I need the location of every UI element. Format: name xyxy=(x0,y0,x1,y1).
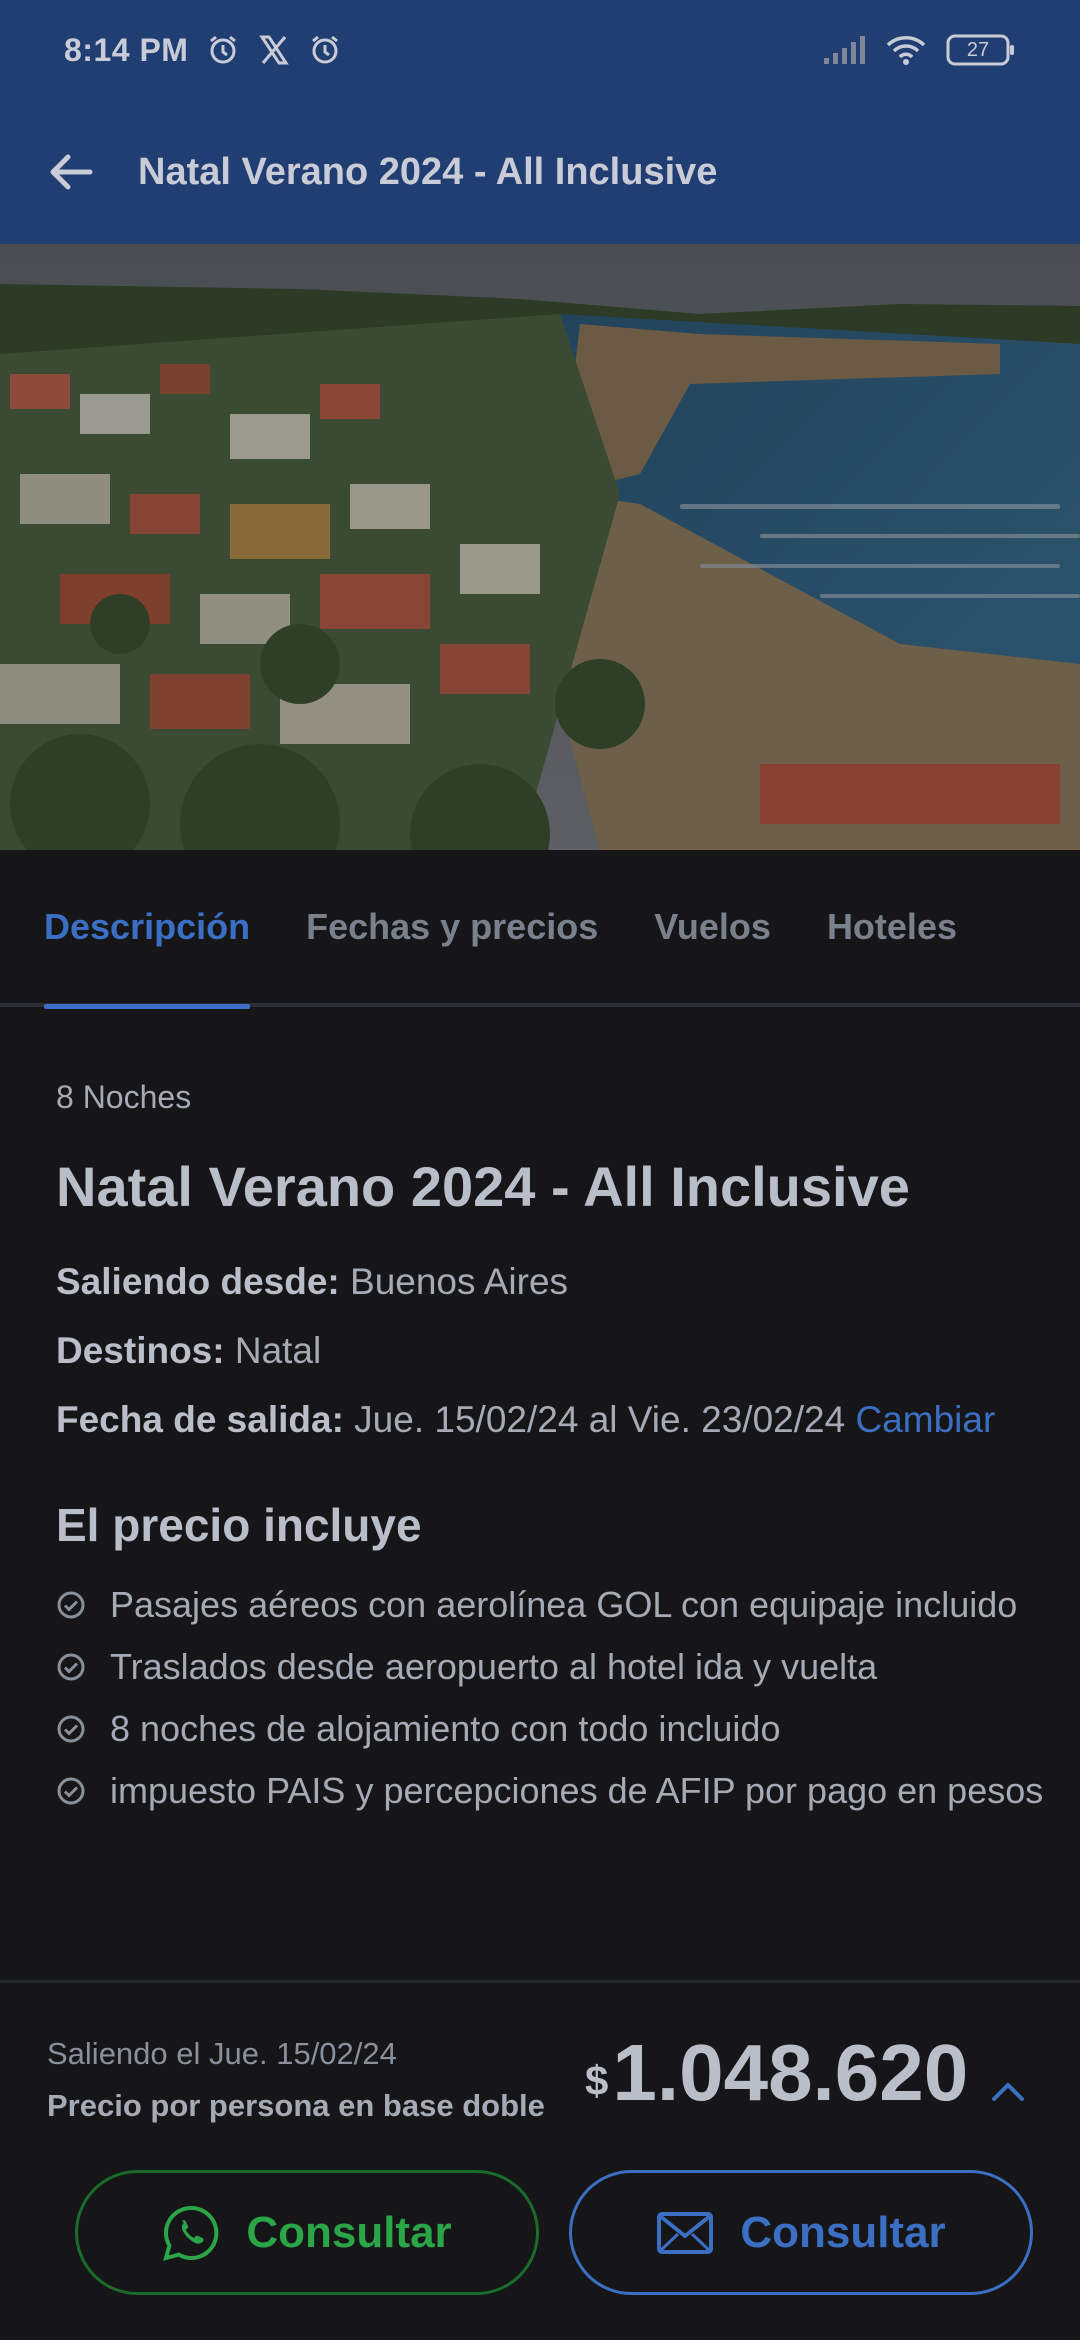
tab-bar: Descripción Fechas y precios Vuelos Hote… xyxy=(0,848,1080,1009)
email-button-label: Consultar xyxy=(740,2207,946,2257)
x-icon xyxy=(258,34,290,66)
destinations-value: Natal xyxy=(234,1330,322,1371)
status-time: 8:14 PM xyxy=(64,31,189,68)
whatsapp-consult-button[interactable]: Consultar xyxy=(75,2170,539,2295)
list-item: Pasajes aéreos con aerolínea GOL con equ… xyxy=(56,1574,1046,1636)
nights-label: 8 Noches xyxy=(56,1079,192,1115)
whatsapp-button-label: Consultar xyxy=(246,2207,452,2257)
check-circle-icon xyxy=(57,1715,85,1743)
currency-symbol: $ xyxy=(585,2057,609,2104)
mail-icon xyxy=(657,2211,714,2254)
includes-title: El precio incluye xyxy=(56,1499,422,1551)
destinations-row: Destinos: Natal xyxy=(56,1316,1046,1385)
signal-icon xyxy=(822,34,866,66)
include-text: Traslados desde aeropuerto al hotel ida … xyxy=(110,1646,878,1687)
departure-date-value: Jue. 15/02/24 al Vie. 23/02/24 xyxy=(354,1399,846,1440)
tab-hoteles[interactable]: Hoteles xyxy=(827,848,957,1005)
chevron-up-icon xyxy=(992,2083,1024,2101)
list-item: impuesto PAIS y percepciones de AFIP por… xyxy=(56,1760,1046,1822)
tab-descripcion[interactable]: Descripción xyxy=(44,848,251,1009)
battery-level: 27 xyxy=(966,38,990,61)
description-content[interactable]: 8 Noches Natal Verano 2024 - All Inclusi… xyxy=(56,1007,1046,1980)
package-title: Natal Verano 2024 - All Inclusive xyxy=(56,1155,910,1218)
include-text: 8 noches de alojamiento con todo incluid… xyxy=(110,1708,781,1749)
list-item: Traslados desde aeropuerto al hotel ida … xyxy=(56,1636,1046,1698)
price: $ 1.048.620 xyxy=(585,2027,968,2119)
price-amount: 1.048.620 xyxy=(612,2028,969,2117)
arrow-left-icon xyxy=(50,154,93,190)
alarm-icon xyxy=(206,33,240,67)
expand-price-button[interactable] xyxy=(988,2071,1028,2111)
destinations-label: Destinos: xyxy=(56,1330,225,1371)
departure-date-label: Fecha de salida: xyxy=(56,1399,344,1440)
check-circle-icon xyxy=(57,1653,85,1681)
price-footer: Saliendo el Jue. 15/02/24 Precio por per… xyxy=(0,1980,1080,2340)
price-basis-label: Precio por persona en base doble xyxy=(47,2088,545,2123)
departure-date-summary: Saliendo el Jue. 15/02/24 xyxy=(47,2036,397,2071)
app-bar-title: Natal Verano 2024 - All Inclusive xyxy=(138,150,718,193)
wifi-icon xyxy=(886,34,926,66)
tab-vuelos[interactable]: Vuelos xyxy=(654,848,771,1005)
email-consult-button[interactable]: Consultar xyxy=(569,2170,1033,2295)
include-text: Pasajes aéreos con aerolínea GOL con equ… xyxy=(110,1584,1018,1625)
tab-fechas-precios[interactable]: Fechas y precios xyxy=(306,848,598,1005)
departure-from-label: Saliendo desde: xyxy=(56,1261,340,1302)
package-info: Saliendo desde: Buenos Aires Destinos: N… xyxy=(56,1247,1046,1454)
departure-from-row: Saliendo desde: Buenos Aires xyxy=(56,1247,1046,1316)
include-text: impuesto PAIS y percepciones de AFIP por… xyxy=(110,1770,1044,1811)
status-bar: 8:14 PM 27 xyxy=(0,0,1080,100)
back-button[interactable] xyxy=(40,142,100,202)
app-bar: Natal Verano 2024 - All Inclusive xyxy=(0,100,1080,244)
departure-from-value: Buenos Aires xyxy=(350,1261,569,1302)
check-circle-icon xyxy=(57,1591,85,1619)
includes-list: Pasajes aéreos con aerolínea GOL con equ… xyxy=(56,1574,1046,1822)
departure-date-row: Fecha de salida: Jue. 15/02/24 al Vie. 2… xyxy=(56,1385,1046,1454)
list-item: 8 noches de alojamiento con todo incluid… xyxy=(56,1698,1046,1760)
battery-icon: 27 xyxy=(946,33,1016,67)
alarm-icon xyxy=(308,33,342,67)
price-details: Saliendo el Jue. 15/02/24 Precio por per… xyxy=(47,2036,545,2124)
change-date-link[interactable]: Cambiar xyxy=(855,1399,995,1440)
whatsapp-icon xyxy=(163,2205,219,2261)
hero-image xyxy=(0,244,1080,850)
check-circle-icon xyxy=(57,1777,85,1805)
